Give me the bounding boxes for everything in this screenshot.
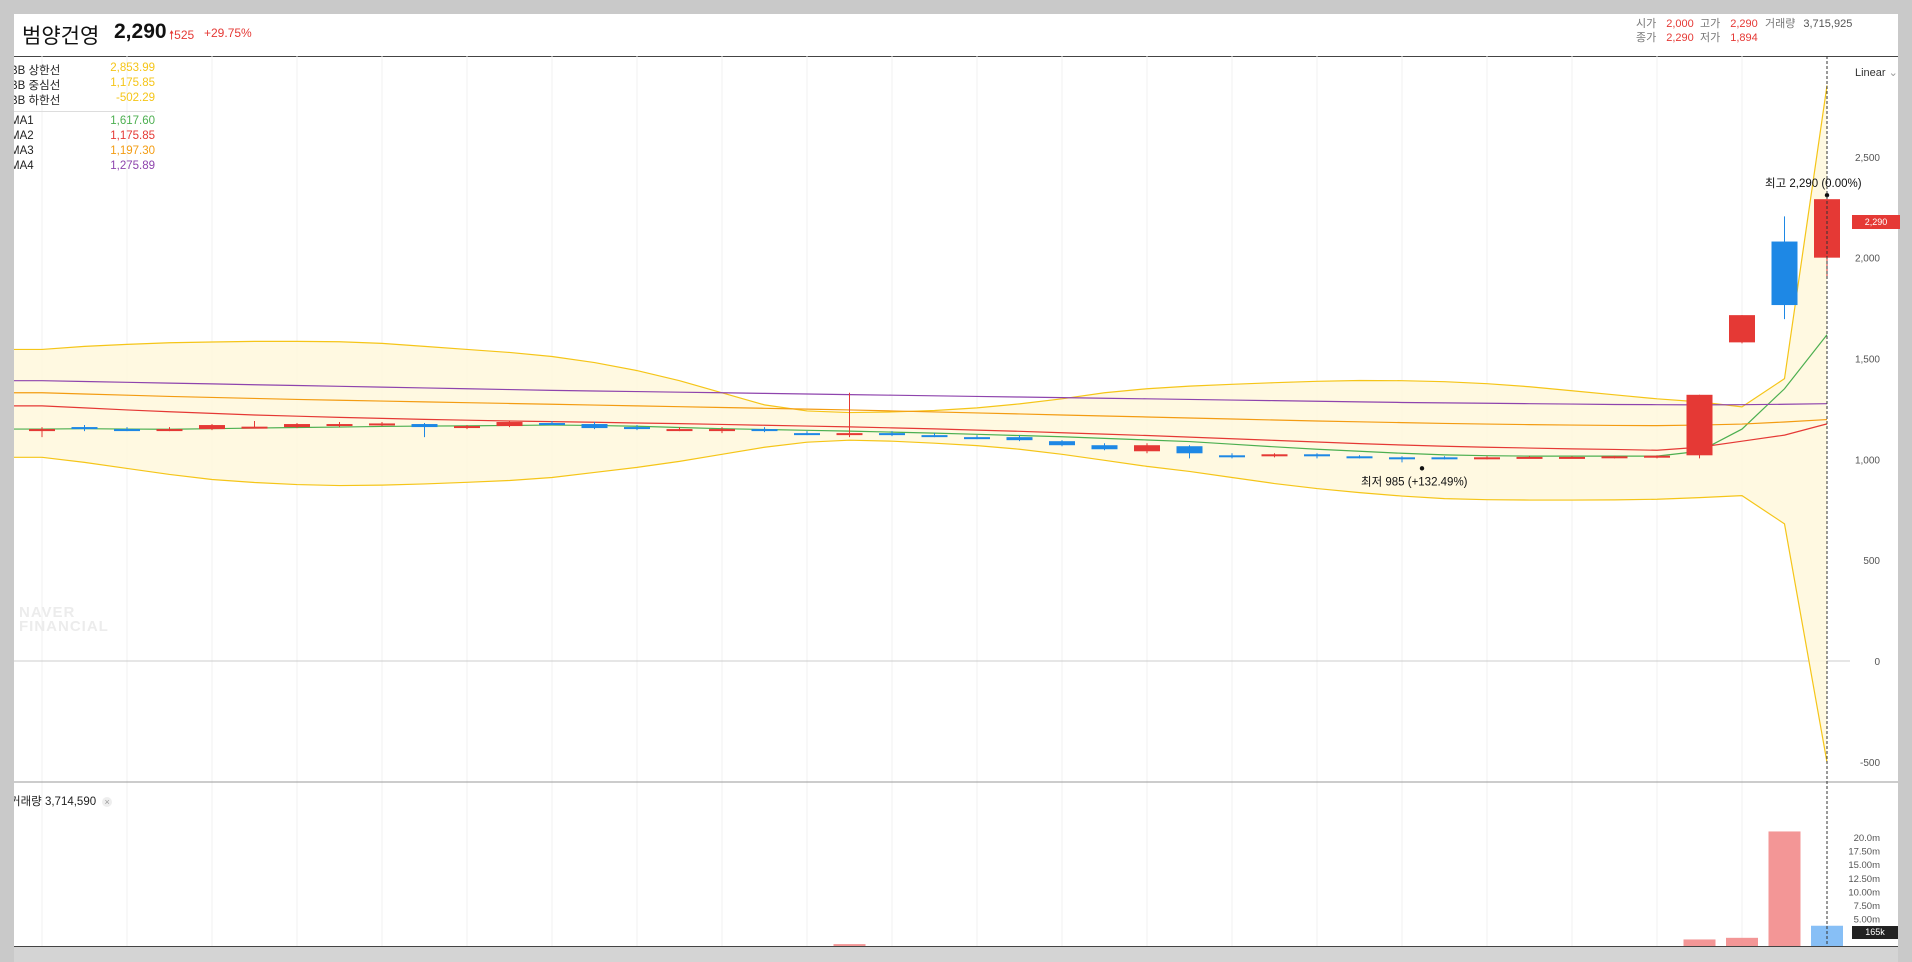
watermark-logo: NAVER FINANCIAL (19, 605, 109, 635)
volume-crosshair-tag: 165k (1852, 926, 1898, 939)
legend-label: MA1 (14, 115, 34, 127)
watermark-line: FINANCIAL (19, 618, 109, 635)
candle-body (1686, 394, 1713, 456)
candle-body (1771, 241, 1798, 306)
candle-body (1601, 456, 1628, 459)
y-tick-label: 2,000 (1855, 254, 1880, 265)
candle-body (836, 433, 863, 436)
price-chart[interactable]: -500 0 500 1,000 1,500 2,000 2,500 최고 2,290 (0.… (14, 14, 1898, 962)
high-annotation: 최고 2,290 (0.00%) (1765, 177, 1862, 190)
volume-tick-label: 15.00m (1848, 860, 1880, 871)
indicator-legend: BB 상한선 2,853.99 BB 중심선 1,175.85 BB 하한선 -502… (14, 62, 155, 175)
legend-label: MA2 (14, 130, 34, 142)
candle-body (1474, 457, 1500, 460)
chart-frame: 범양건영 2,290 🠕525 +29.75% 시가 2,000 고가 2,290 … (14, 14, 1898, 962)
legend-ma2: MA2 1,175.85 (14, 130, 155, 145)
candle-body (454, 426, 480, 429)
legend-value: 1,175.85 (110, 130, 155, 142)
candle-body (496, 422, 523, 427)
candle-body (794, 433, 820, 436)
candle-body (114, 429, 140, 432)
candle-body (1729, 315, 1755, 343)
candle-body (1516, 456, 1543, 459)
candle-body (369, 423, 395, 426)
current-price-tag: 2,290 (1852, 215, 1900, 229)
legend-value: -502.29 (115, 92, 155, 104)
low-annotation: 최저 985 (+132.49%) (1361, 475, 1468, 488)
candle-body (1006, 437, 1033, 441)
candle-body (879, 433, 905, 436)
y-tick-label: 500 (1863, 556, 1880, 567)
y-tick-label: 0 (1874, 657, 1880, 668)
y-tick-label: 1,500 (1855, 355, 1880, 366)
volume-tick-label: 10.00m (1848, 887, 1880, 898)
legend-divider (14, 111, 155, 112)
volume-bar (1726, 937, 1758, 946)
candle-body (326, 424, 353, 427)
candle-body (199, 425, 225, 430)
legend-label: BB 중심선 (14, 80, 61, 92)
scale-select[interactable]: Linear ⌄ (1855, 66, 1898, 79)
y-tick-label: -500 (1860, 758, 1880, 769)
candle-body (1091, 445, 1118, 450)
candle-body (241, 426, 268, 429)
legend-value: 1,175.85 (110, 77, 155, 89)
candle-body (921, 435, 948, 438)
candle-body (539, 423, 565, 426)
candle-body (581, 424, 608, 429)
candle-body (1261, 454, 1288, 457)
legend-bb-middle: BB 중심선 1,175.85 (14, 77, 155, 92)
candle-body (709, 429, 735, 432)
legend-ma4: MA4 1,275.89 (14, 160, 155, 175)
candle-body (29, 429, 55, 432)
legend-ma1: MA1 1,617.60 (14, 115, 155, 130)
candle-body (411, 424, 438, 428)
chevron-down-icon: ⌄ (1888, 67, 1898, 79)
candle-body (1389, 457, 1415, 460)
volume-tick-label: 17.50m (1848, 847, 1880, 858)
candle-body (751, 429, 778, 432)
legend-value: 1,617.60 (110, 115, 155, 127)
candle-body (1559, 456, 1585, 459)
legend-value: 2,853.99 (110, 62, 155, 74)
volume-tick-label: 20.0m (1854, 833, 1880, 844)
volume-panel-value: 3,714,590 (44, 796, 97, 808)
y-tick-label: 1,000 (1855, 455, 1880, 466)
legend-label: MA3 (14, 145, 34, 157)
candle-body (1134, 445, 1160, 452)
legend-label: BB 하한선 (14, 95, 61, 107)
candle-body (666, 429, 693, 432)
candle-body (71, 427, 98, 430)
volume-bar (1768, 831, 1801, 946)
legend-label: MA4 (14, 160, 34, 172)
candle-body (1049, 441, 1075, 446)
volume-panel-label: 거래량 3,714,590 × (14, 793, 113, 809)
candle-body (1346, 456, 1373, 459)
candle-body (156, 429, 183, 432)
candle-body (1431, 457, 1458, 460)
low-marker (1419, 466, 1425, 471)
legend-ma3: MA3 1,197.30 (14, 145, 155, 160)
candle-body (624, 427, 650, 430)
legend-label: BB 상한선 (14, 65, 61, 77)
candle-body (1176, 446, 1203, 454)
candle-body (284, 424, 310, 428)
volume-tick-label: 7.50m (1854, 901, 1880, 912)
close-icon[interactable]: × (102, 797, 113, 807)
x-axis (14, 946, 1898, 962)
candle-body (964, 437, 990, 440)
scale-select-value: Linear (1855, 67, 1886, 79)
candle-body (1644, 455, 1670, 458)
candle-body (1219, 455, 1245, 458)
legend-value: 1,197.30 (110, 145, 155, 157)
volume-panel-title: 거래량 (14, 796, 42, 808)
candle-body (1304, 454, 1330, 457)
legend-bb-upper: BB 상한선 2,853.99 (14, 62, 155, 77)
volume-tick-label: 12.50m (1848, 874, 1880, 885)
volume-tick-label: 5.00m (1854, 915, 1880, 926)
legend-bb-lower: BB 하한선 -502.29 (14, 92, 155, 107)
legend-value: 1,275.89 (110, 160, 155, 172)
y-tick-label: 2,500 (1855, 153, 1880, 164)
